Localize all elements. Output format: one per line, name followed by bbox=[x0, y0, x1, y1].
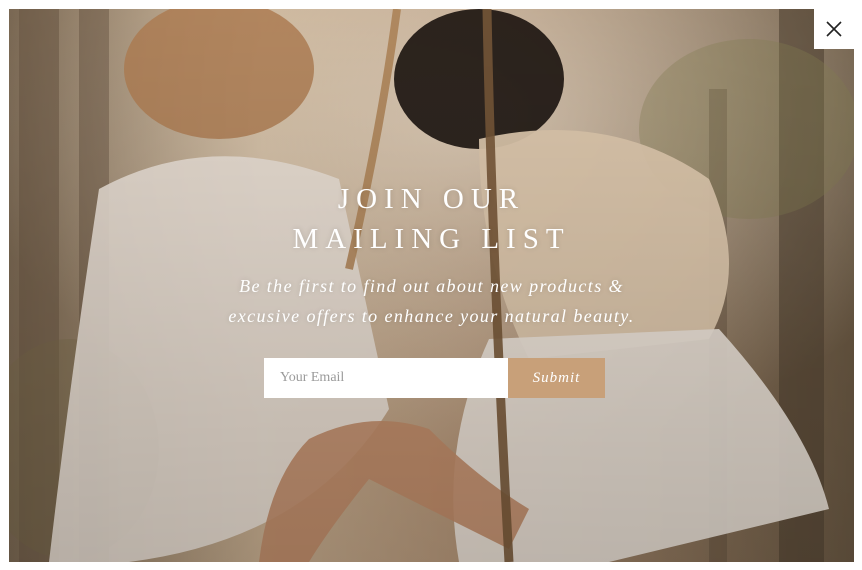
subtitle-line-2: excusive offers to enhance your natural … bbox=[228, 306, 635, 326]
signup-form: Submit bbox=[264, 358, 605, 398]
email-input[interactable] bbox=[264, 358, 508, 398]
popup-subtitle: Be the first to find out about new produ… bbox=[202, 271, 662, 331]
title-line-2: MAILING LIST bbox=[292, 223, 571, 255]
newsletter-popup: JOIN OUR MAILING LIST Be the first to fi… bbox=[9, 9, 854, 562]
title-line-1: JOIN OUR bbox=[337, 183, 526, 215]
popup-content: JOIN OUR MAILING LIST Be the first to fi… bbox=[9, 179, 854, 331]
submit-button[interactable]: Submit bbox=[508, 358, 605, 398]
close-icon bbox=[826, 21, 842, 37]
close-button[interactable] bbox=[814, 9, 854, 49]
subtitle-line-1: Be the first to find out about new produ… bbox=[239, 276, 624, 296]
popup-title: JOIN OUR MAILING LIST bbox=[9, 179, 854, 259]
